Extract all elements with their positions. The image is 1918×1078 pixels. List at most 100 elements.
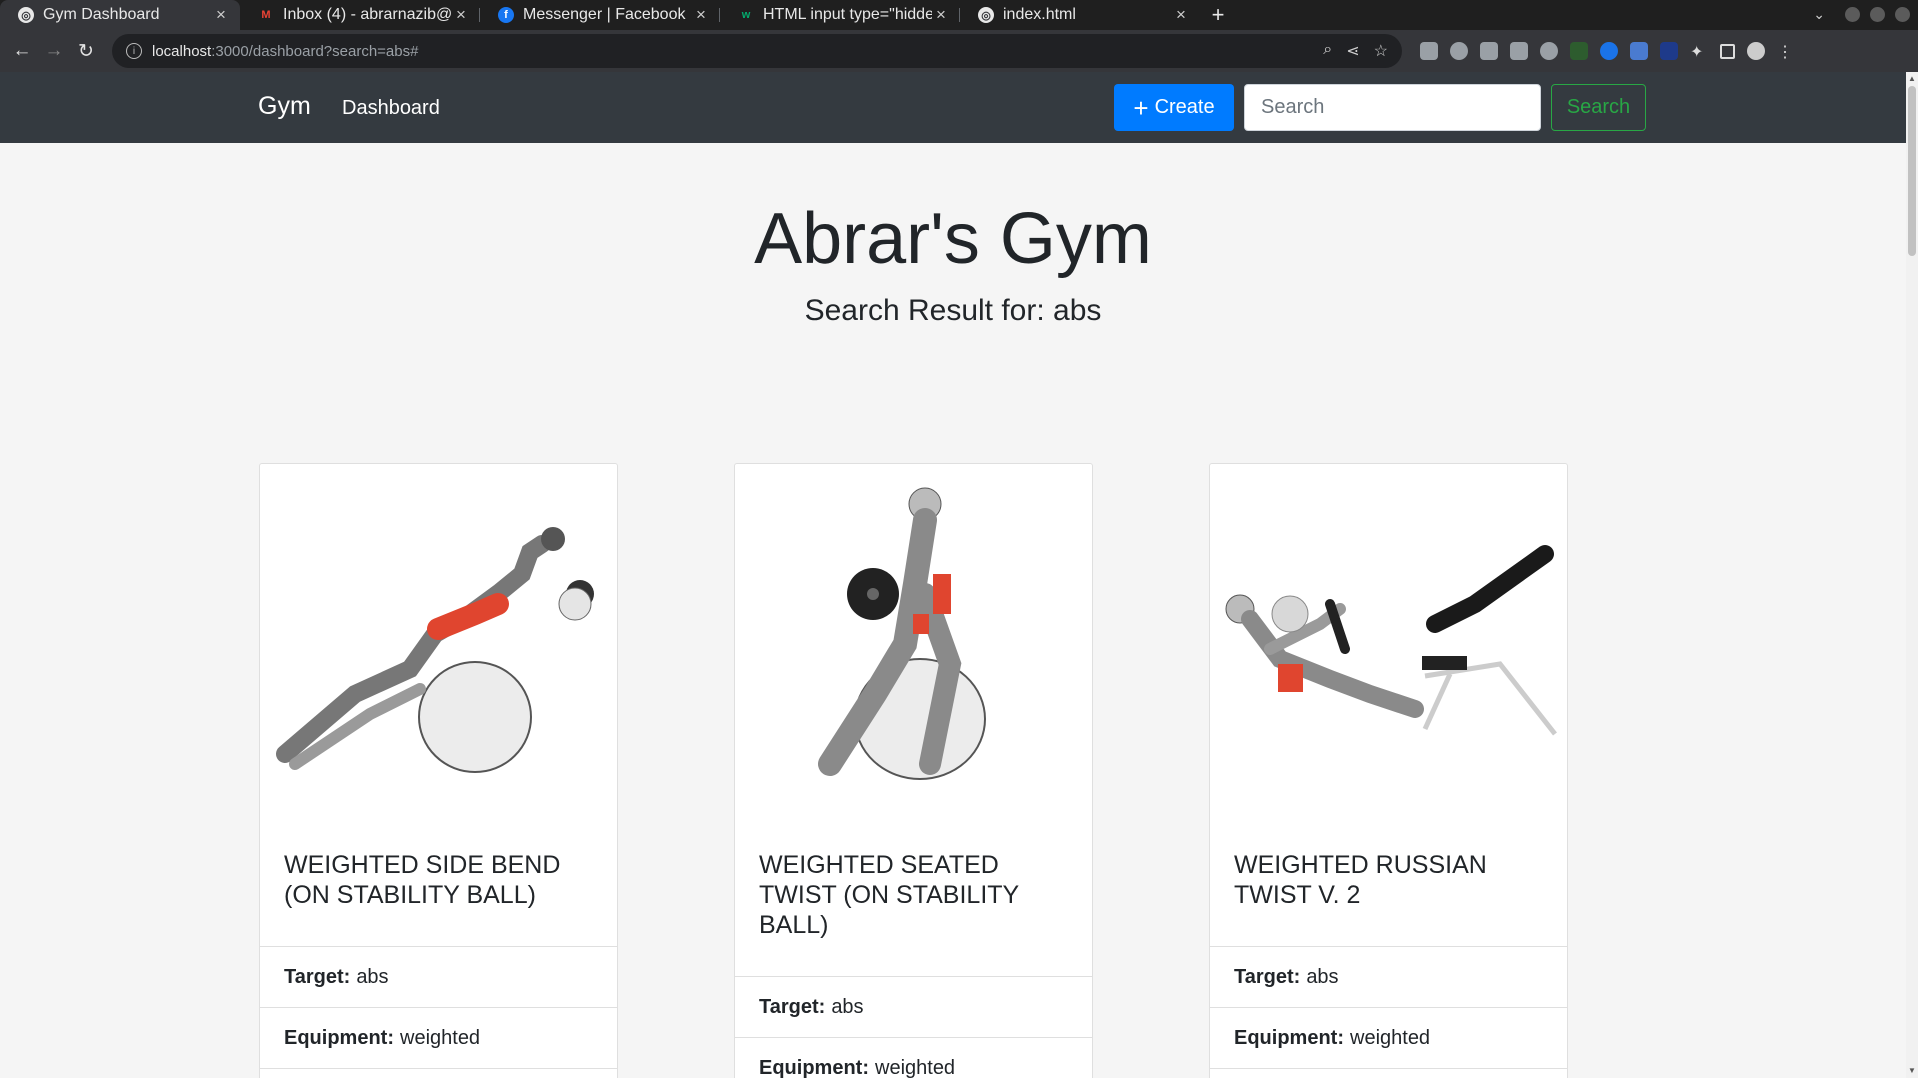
exercise-details: Target: abs Equipment: weighted <box>260 946 617 1078</box>
target-row: Target: abs <box>1210 946 1567 1007</box>
exercise-title: WEIGHTED SIDE BEND (ON STABILITY BALL) <box>284 851 561 909</box>
omnibox-actions: ⌕ ⋖ ☆ <box>1323 41 1402 61</box>
tab-title: Gym Dashboard <box>43 6 160 23</box>
maximize-button[interactable] <box>1870 7 1885 22</box>
tab-index-html[interactable]: ◎ index.html × <box>960 0 1200 30</box>
close-window-button[interactable] <box>1895 7 1910 22</box>
exercise-card: WEIGHTED SEATED TWIST (ON STABILITY BALL… <box>734 463 1093 1078</box>
exercise-image-russian-twist <box>1210 464 1567 824</box>
close-icon[interactable]: × <box>932 5 950 25</box>
tab-title: Inbox (4) - abrarnazib@gm <box>283 6 452 23</box>
menu-kebab-icon[interactable]: ⋮ <box>1777 42 1793 61</box>
page-title: Abrar's Gym <box>754 199 1152 279</box>
equipment-label: Equipment: <box>759 1056 869 1078</box>
target-value: abs <box>1306 965 1339 988</box>
target-label: Target: <box>284 965 351 988</box>
download-icon[interactable] <box>1600 42 1618 60</box>
nav-dashboard-link[interactable]: Dashboard <box>342 97 440 120</box>
equipment-label: Equipment: <box>1234 1026 1344 1049</box>
side-panel-icon[interactable] <box>1720 43 1735 59</box>
close-icon[interactable]: × <box>452 5 470 25</box>
share-icon[interactable]: ⋖ <box>1346 41 1359 61</box>
extensions-puzzle-icon[interactable]: ✦ <box>1690 42 1708 61</box>
color-picker-icon[interactable] <box>1540 42 1558 60</box>
close-icon[interactable]: × <box>1172 5 1190 25</box>
scroll-up-icon[interactable]: ▲ <box>1908 74 1916 84</box>
close-icon[interactable]: × <box>212 5 230 25</box>
extension-icon[interactable] <box>1480 42 1498 60</box>
exercise-title: WEIGHTED SEATED TWIST (ON STABILITY BALL… <box>759 851 1019 939</box>
target-row: Target: abs <box>260 946 617 1007</box>
zoom-icon[interactable]: ⌕ <box>1323 41 1332 61</box>
globe-icon: ◎ <box>18 7 34 23</box>
address-bar[interactable]: i localhost:3000/dashboard?search=abs# ⌕… <box>112 34 1402 68</box>
search-result-subtitle: Search Result for: abs <box>804 294 1102 328</box>
create-label: Create <box>1154 96 1215 118</box>
brand-link[interactable]: Gym <box>258 92 311 121</box>
site-navbar: Gym Dashboard + Create Search <box>0 72 1906 143</box>
tab-title: Messenger | Facebook <box>523 6 686 23</box>
target-value: abs <box>831 995 864 1018</box>
detail-row <box>1210 1068 1567 1078</box>
detail-row <box>260 1068 617 1078</box>
back-icon[interactable]: ← <box>6 40 38 62</box>
tab-search-icon[interactable]: ⌄ <box>1813 6 1825 23</box>
w3schools-icon: w <box>741 9 751 21</box>
facebook-icon: f <box>498 7 514 23</box>
target-value: abs <box>356 965 389 988</box>
tab-title: index.html <box>1003 6 1076 23</box>
equipment-value: weighted <box>400 1026 481 1049</box>
target-label: Target: <box>759 995 826 1018</box>
equipment-label: Equipment: <box>284 1026 394 1049</box>
target-label: Target: <box>1234 965 1301 988</box>
equipment-value: weighted <box>875 1056 956 1078</box>
window-controls: ⌄ <box>1813 6 1910 23</box>
extensions-bar: ✦ ⋮ <box>1420 42 1793 61</box>
new-tab-button[interactable]: + <box>1200 0 1236 30</box>
page-scrollbar[interactable]: ▲ ▼ <box>1906 72 1918 1078</box>
gmail-icon: M <box>261 9 271 21</box>
minimize-button[interactable] <box>1845 7 1860 22</box>
exercise-card: WEIGHTED RUSSIAN TWIST V. 2 Target: abs E… <box>1209 463 1568 1078</box>
exercise-card: WEIGHTED SIDE BEND (ON STABILITY BALL) T… <box>259 463 618 1078</box>
url-host: localhost <box>152 42 212 60</box>
tab-gmail[interactable]: M Inbox (4) - abrarnazib@gm × <box>240 0 480 30</box>
exercise-image-side-bend <box>260 464 617 824</box>
tab-title: HTML input type="hidden" <box>763 6 932 23</box>
download-helper-icon[interactable] <box>1570 42 1588 60</box>
forward-icon[interactable]: → <box>38 40 70 62</box>
scrollbar-thumb[interactable] <box>1908 86 1916 256</box>
search-input[interactable] <box>1244 84 1541 131</box>
tab-w3schools[interactable]: w HTML input type="hidden" × <box>720 0 960 30</box>
plus-icon: + <box>1133 92 1149 123</box>
reload-icon[interactable]: ↻ <box>70 40 102 63</box>
scroll-down-icon[interactable]: ▼ <box>1908 1066 1916 1076</box>
browser-toolbar: ← → ↻ i localhost:3000/dashboard?search=… <box>0 30 1918 72</box>
bookmark-star-icon[interactable]: ☆ <box>1374 41 1388 61</box>
profile-avatar-icon[interactable] <box>1747 42 1765 60</box>
url-path: :3000/dashboard?search=abs# <box>211 42 419 60</box>
equipment-row: Equipment: weighted <box>1210 1007 1567 1068</box>
power-extension-icon[interactable] <box>1510 42 1528 60</box>
adblock-icon[interactable] <box>1450 42 1468 60</box>
search-button[interactable]: Search <box>1551 84 1646 131</box>
notion-icon[interactable] <box>1660 42 1678 60</box>
equipment-row: Equipment: weighted <box>260 1007 617 1068</box>
tab-messenger[interactable]: f Messenger | Facebook × <box>480 0 720 30</box>
exercise-image-seated-twist <box>735 464 1092 824</box>
tab-gym-dashboard[interactable]: ◎ Gym Dashboard × <box>0 0 240 30</box>
equipment-row: Equipment: weighted <box>735 1037 1092 1078</box>
exercise-details: Target: abs Equipment: weighted <box>1210 946 1567 1078</box>
browser-tab-strip: ◎ Gym Dashboard × M Inbox (4) - abrarnaz… <box>0 0 1918 30</box>
close-icon[interactable]: × <box>692 5 710 25</box>
target-row: Target: abs <box>735 976 1092 1037</box>
create-button[interactable]: + Create <box>1114 84 1234 131</box>
ublock-icon[interactable] <box>1420 42 1438 60</box>
exercise-details: Target: abs Equipment: weighted <box>735 976 1092 1078</box>
exercise-title: WEIGHTED RUSSIAN TWIST V. 2 <box>1234 851 1487 909</box>
page-header: Abrar's Gym Search Result for: abs <box>0 199 1906 328</box>
site-info-icon[interactable]: i <box>126 43 142 59</box>
equipment-value: weighted <box>1350 1026 1431 1049</box>
translate-icon[interactable] <box>1630 42 1648 60</box>
globe-icon: ◎ <box>978 7 994 23</box>
